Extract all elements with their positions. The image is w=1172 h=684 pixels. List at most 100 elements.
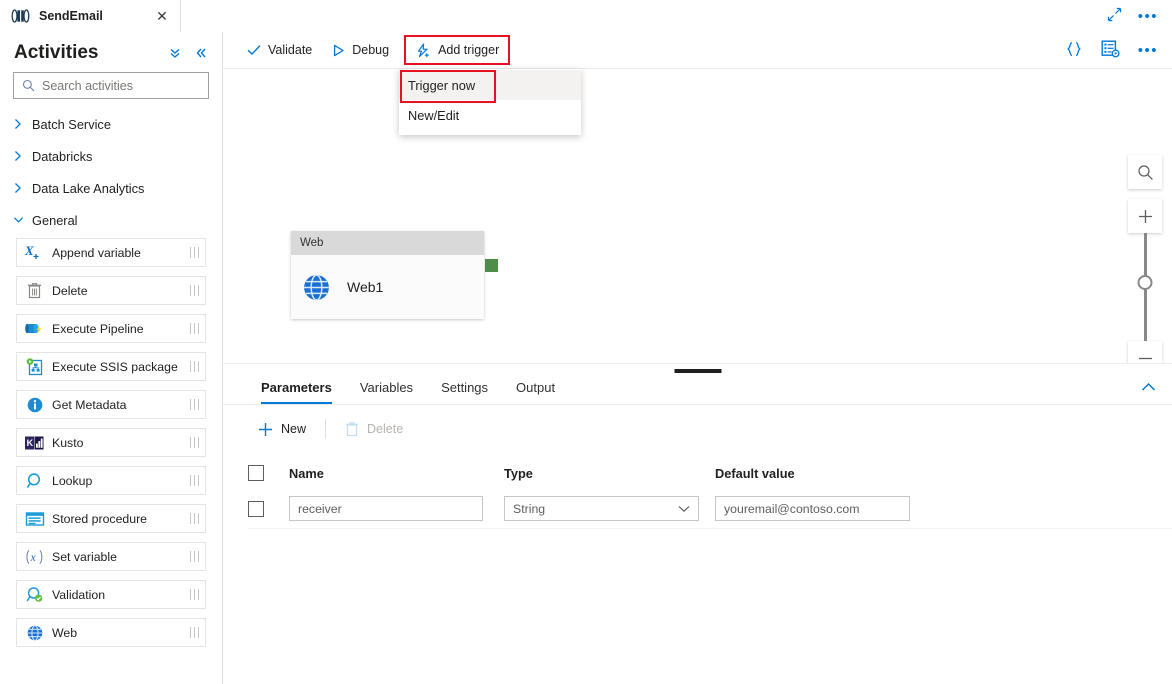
adf-pipeline-editor: SendEmail ✕ ••• Activities Search activi… bbox=[0, 0, 1172, 684]
activity-delete[interactable]: Delete bbox=[16, 276, 206, 305]
zoom-search-icon[interactable] bbox=[1128, 155, 1162, 189]
chevron-double-down-icon[interactable] bbox=[168, 46, 182, 60]
validate-button[interactable]: Validate bbox=[237, 36, 322, 64]
debug-button[interactable]: Debug bbox=[322, 36, 399, 64]
tab-variables[interactable]: Variables bbox=[346, 380, 427, 404]
delete-parameter-button: Delete bbox=[335, 414, 413, 444]
select-all-checkbox[interactable] bbox=[248, 465, 264, 481]
set-variable-icon: x bbox=[24, 546, 45, 567]
activity-label: Execute SSIS package bbox=[52, 359, 178, 374]
drag-handle-icon[interactable] bbox=[189, 323, 199, 334]
chevron-right-icon bbox=[13, 182, 24, 194]
drag-handle-icon[interactable] bbox=[189, 399, 199, 410]
svg-text:X: X bbox=[24, 243, 34, 258]
tab-label: Output bbox=[516, 380, 556, 395]
code-braces-icon[interactable] bbox=[1065, 41, 1083, 61]
drag-handle-icon[interactable] bbox=[189, 627, 199, 638]
svg-text:K: K bbox=[27, 438, 34, 448]
add-trigger-button[interactable]: Add trigger bbox=[404, 35, 511, 65]
parameter-default-value-input[interactable]: youremail@contoso.com bbox=[715, 496, 910, 521]
lookup-magnifier-icon bbox=[24, 470, 45, 491]
drag-handle-icon[interactable] bbox=[189, 285, 199, 296]
node-body: Web1 bbox=[291, 255, 484, 319]
activities-header: Activities bbox=[0, 32, 222, 72]
menu-item-new-edit[interactable]: New/Edit bbox=[399, 100, 581, 130]
tab-label: Variables bbox=[359, 380, 414, 395]
window-more-icon[interactable]: ••• bbox=[1138, 9, 1158, 24]
search-input[interactable] bbox=[42, 78, 203, 93]
play-triangle-icon bbox=[332, 44, 345, 57]
tab-parameters[interactable]: Parameters bbox=[247, 380, 346, 404]
node-type-label: Web bbox=[291, 231, 484, 255]
pipeline-canvas[interactable]: Web Web1 bbox=[223, 69, 1172, 400]
activity-kusto[interactable]: K Kusto bbox=[16, 428, 206, 457]
menu-item-label: Trigger now bbox=[408, 77, 476, 93]
category-general[interactable]: General bbox=[0, 204, 222, 236]
drag-handle-icon[interactable] bbox=[189, 589, 199, 600]
parameter-name-input[interactable]: receiver bbox=[289, 496, 483, 521]
activity-label: Append variable bbox=[52, 245, 141, 260]
delete-trash-icon bbox=[24, 280, 45, 301]
chevron-down-icon bbox=[13, 215, 24, 225]
activity-validation[interactable]: Validation bbox=[16, 580, 206, 609]
tab-sendemail[interactable]: SendEmail ✕ bbox=[0, 0, 180, 32]
web-globe-icon bbox=[24, 622, 45, 643]
activity-label: Lookup bbox=[52, 473, 93, 488]
activity-lookup[interactable]: Lookup bbox=[16, 466, 206, 495]
row-select-cell bbox=[248, 500, 289, 517]
activity-label: Web bbox=[52, 625, 78, 640]
select-all-cell bbox=[248, 465, 289, 481]
toolbar-more-icon[interactable]: ••• bbox=[1138, 43, 1158, 58]
activity-label: Get Metadata bbox=[52, 397, 127, 412]
row-checkbox[interactable] bbox=[248, 500, 264, 517]
activity-label: Execute Pipeline bbox=[52, 321, 144, 336]
panel-tabs: Parameters Variables Settings Output bbox=[223, 364, 1172, 405]
activity-stored-procedure[interactable]: Stored procedure bbox=[16, 504, 206, 533]
tab-output[interactable]: Output bbox=[502, 380, 569, 404]
properties-gear-icon[interactable] bbox=[1101, 40, 1120, 62]
category-data-lake-analytics[interactable]: Data Lake Analytics bbox=[0, 172, 222, 204]
new-parameter-button[interactable]: New bbox=[248, 414, 316, 444]
drag-handle-icon[interactable] bbox=[189, 247, 199, 258]
chevron-right-icon bbox=[13, 118, 24, 130]
activity-execute-ssis-package[interactable]: Execute SSIS package bbox=[16, 352, 206, 381]
new-label: New bbox=[281, 422, 307, 436]
parameter-type-select[interactable]: String bbox=[504, 496, 699, 521]
category-batch-service[interactable]: Batch Service bbox=[0, 108, 222, 140]
add-trigger-label: Add trigger bbox=[438, 43, 500, 57]
search-activities-box[interactable] bbox=[13, 72, 209, 99]
add-trigger-dropdown: Trigger now New/Edit bbox=[399, 69, 581, 135]
activity-web[interactable]: Web bbox=[16, 618, 206, 647]
execute-ssis-package-icon bbox=[24, 356, 45, 377]
node-output-port[interactable] bbox=[485, 259, 498, 272]
expand-icon[interactable] bbox=[1107, 7, 1122, 26]
activity-append-variable[interactable]: X Append variable bbox=[16, 238, 206, 267]
drag-handle-icon[interactable] bbox=[189, 551, 199, 562]
tab-settings[interactable]: Settings bbox=[427, 380, 502, 404]
web-globe-icon bbox=[302, 273, 331, 302]
tab-label: Settings bbox=[441, 380, 489, 395]
node-name-label: Web1 bbox=[347, 279, 384, 295]
zoom-slider-thumb[interactable] bbox=[1137, 275, 1153, 290]
zoom-in-button[interactable] bbox=[1128, 199, 1162, 233]
activity-get-metadata[interactable]: Get Metadata bbox=[16, 390, 206, 419]
validate-label: Validate bbox=[268, 43, 313, 57]
menu-item-trigger-now[interactable]: Trigger now bbox=[399, 70, 581, 103]
column-header-name: Name bbox=[289, 465, 324, 481]
window-actions: ••• bbox=[1107, 0, 1172, 32]
chevron-up-icon[interactable] bbox=[1141, 382, 1156, 392]
drag-handle-icon[interactable] bbox=[189, 361, 199, 372]
tab-label: Parameters bbox=[261, 380, 332, 395]
activity-set-variable[interactable]: x Set variable bbox=[16, 542, 206, 571]
activities-sidebar: Activities Search activities Batch Servi… bbox=[0, 32, 223, 684]
chevron-double-left-icon[interactable] bbox=[194, 46, 208, 60]
drag-handle-icon[interactable] bbox=[189, 475, 199, 486]
drag-handle-icon[interactable] bbox=[189, 437, 199, 448]
zoom-slider[interactable] bbox=[1128, 233, 1162, 341]
close-icon[interactable]: ✕ bbox=[154, 9, 170, 23]
category-databricks[interactable]: Databricks bbox=[0, 140, 222, 172]
drag-handle-icon[interactable] bbox=[189, 513, 199, 524]
category-list: Batch Service Databricks Data Lake Analy… bbox=[0, 108, 222, 236]
activity-node-web1[interactable]: Web Web1 bbox=[291, 231, 484, 319]
activity-execute-pipeline[interactable]: Execute Pipeline bbox=[16, 314, 206, 343]
